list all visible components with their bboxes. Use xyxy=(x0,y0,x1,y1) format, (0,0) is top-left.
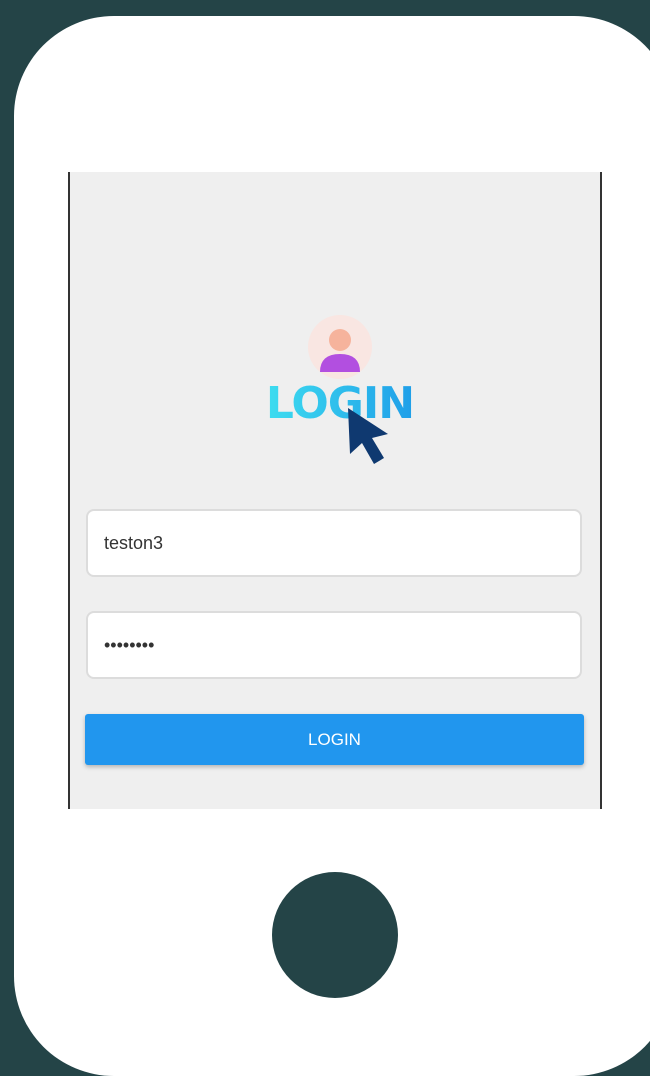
home-button[interactable] xyxy=(272,872,398,998)
password-field[interactable] xyxy=(86,611,582,679)
app-screen: LOGIN LOGIN xyxy=(68,172,602,809)
username-field[interactable] xyxy=(86,509,582,577)
username-input[interactable] xyxy=(102,531,566,555)
login-logo: LOGIN xyxy=(258,314,422,474)
password-input[interactable] xyxy=(102,633,566,657)
login-button[interactable]: LOGIN xyxy=(85,714,584,765)
cursor-arrow-icon xyxy=(348,408,388,464)
